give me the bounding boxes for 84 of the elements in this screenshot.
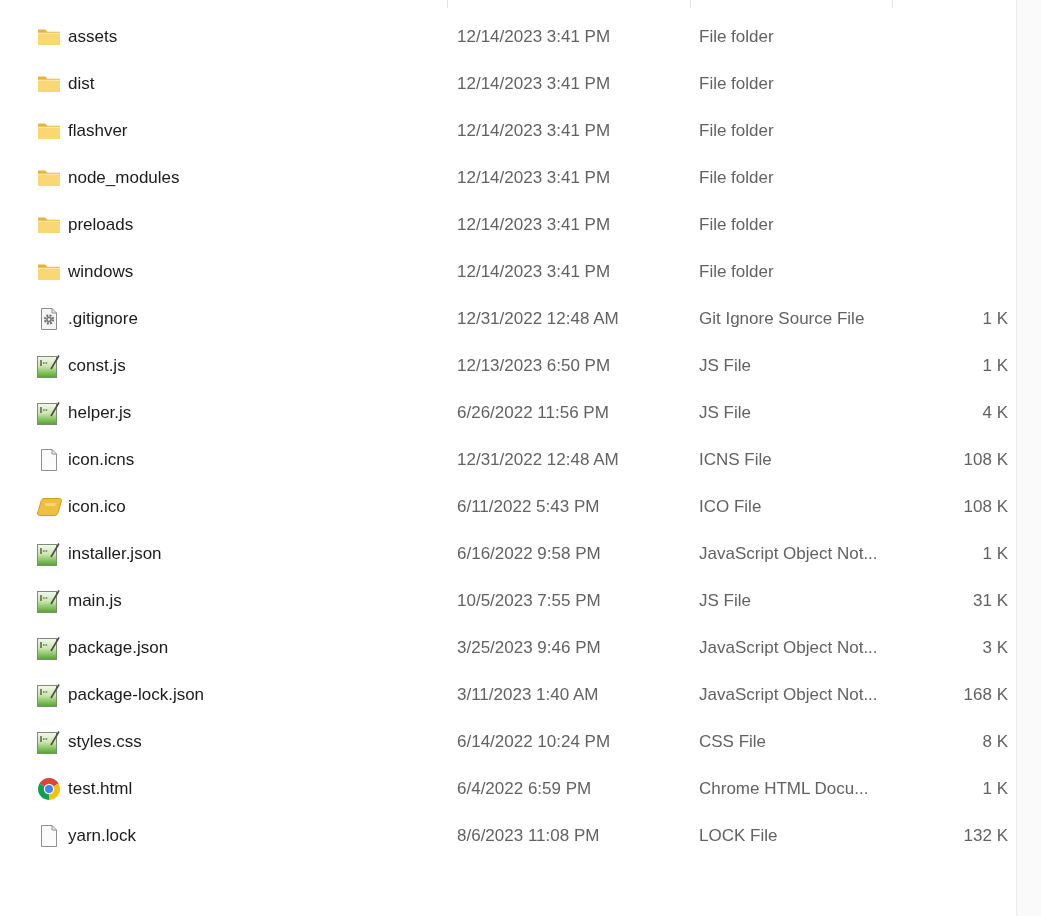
file-name[interactable]: const.js (68, 355, 126, 376)
file-name[interactable]: styles.css (68, 731, 142, 752)
folder-icon (37, 74, 61, 93)
document-pen-icon (37, 400, 61, 425)
folder-icon (37, 262, 61, 281)
modified-date: 6/4/2022 6:59 PM (457, 778, 592, 799)
folder-icon (37, 121, 61, 140)
file-type: JavaScript Object Not... (699, 543, 878, 564)
document-pen-icon (37, 635, 61, 660)
file-size: 168 K (963, 684, 1008, 705)
file-name[interactable]: assets (68, 26, 118, 47)
file-type: File folder (699, 26, 774, 47)
modified-date: 12/31/2022 12:48 AM (457, 308, 619, 329)
modified-date: 12/31/2022 12:48 AM (457, 449, 619, 470)
file-type: LOCK File (699, 825, 778, 846)
file-name[interactable]: dist (68, 73, 95, 94)
folder-icon (37, 27, 61, 46)
gear-file-icon (40, 307, 58, 330)
file-name[interactable]: helper.js (68, 402, 132, 423)
file-type: Chrome HTML Docu... (699, 778, 869, 799)
folder-icon (37, 215, 61, 234)
modified-date: 6/14/2022 10:24 PM (457, 731, 611, 752)
document-pen-icon (37, 682, 61, 707)
file-name[interactable]: icon.ico (68, 496, 126, 517)
file-type: JS File (699, 590, 751, 611)
folder-icon (37, 168, 61, 187)
file-size: 4 K (982, 402, 1008, 423)
file-type: File folder (699, 120, 774, 141)
file-type: JS File (699, 402, 751, 423)
file-size: 1 K (982, 778, 1008, 799)
modified-date: 12/14/2023 3:41 PM (457, 26, 611, 47)
modified-date: 8/6/2023 11:08 PM (457, 825, 600, 846)
file-name[interactable]: package.json (68, 637, 169, 658)
browser-logo-icon (37, 776, 61, 801)
file-type: JavaScript Object Not... (699, 684, 878, 705)
file-name[interactable]: icon.icns (68, 449, 135, 470)
document-pen-icon (37, 588, 61, 613)
modified-date: 10/5/2023 7:55 PM (457, 590, 601, 611)
file-type: Git Ignore Source File (699, 308, 865, 329)
file-type: ICO File (699, 496, 762, 517)
file-size: 108 K (963, 449, 1008, 470)
document-pen-icon (37, 541, 61, 566)
file-size: 3 K (982, 637, 1008, 658)
file-size: 8 K (982, 731, 1008, 752)
file-type: ICNS File (699, 449, 772, 470)
blank-file-icon (40, 824, 58, 847)
file-type: JavaScript Object Not... (699, 637, 878, 658)
blank-file-icon (40, 448, 58, 471)
tilted-tile-icon (37, 496, 62, 517)
modified-date: 6/26/2022 11:56 PM (457, 402, 609, 423)
modified-date: 12/14/2023 3:41 PM (457, 214, 611, 235)
file-type: File folder (699, 167, 774, 188)
file-type: File folder (699, 73, 774, 94)
file-size: 1 K (982, 355, 1008, 376)
file-name[interactable]: test.html (68, 778, 133, 799)
file-size: 132 K (963, 825, 1008, 846)
file-size: 31 K (973, 590, 1008, 611)
file-type: File folder (699, 261, 774, 282)
file-size: 1 K (982, 308, 1008, 329)
file-name[interactable]: installer.json (68, 543, 162, 564)
document-pen-icon (37, 729, 61, 754)
modified-date: 12/14/2023 3:41 PM (457, 261, 611, 282)
modified-date: 12/14/2023 3:41 PM (457, 120, 611, 141)
file-type: File folder (699, 214, 774, 235)
file-name[interactable]: .gitignore (68, 308, 138, 329)
file-size: 1 K (982, 543, 1008, 564)
modified-date: 6/16/2022 9:58 PM (457, 543, 601, 564)
modified-date: 12/13/2023 6:50 PM (457, 355, 611, 376)
document-pen-icon (37, 353, 61, 378)
file-size: 108 K (963, 496, 1008, 517)
modified-date: 12/14/2023 3:41 PM (457, 73, 611, 94)
modified-date: 3/25/2023 9:46 PM (457, 637, 601, 658)
file-name[interactable]: node_modules (68, 167, 180, 188)
modified-date: 3/11/2023 1:40 AM (457, 684, 599, 705)
file-name[interactable]: package-lock.json (68, 684, 205, 705)
modified-date: 6/11/2022 5:43 PM (457, 496, 600, 517)
file-name[interactable]: preloads (68, 214, 134, 235)
modified-date: 12/14/2023 3:41 PM (457, 167, 611, 188)
file-name[interactable]: yarn.lock (68, 825, 137, 846)
file-name[interactable]: main.js (68, 590, 122, 611)
file-name[interactable]: windows (68, 261, 134, 282)
file-type: CSS File (699, 731, 767, 752)
file-name[interactable]: flashver (68, 120, 128, 141)
file-type: JS File (699, 355, 751, 376)
